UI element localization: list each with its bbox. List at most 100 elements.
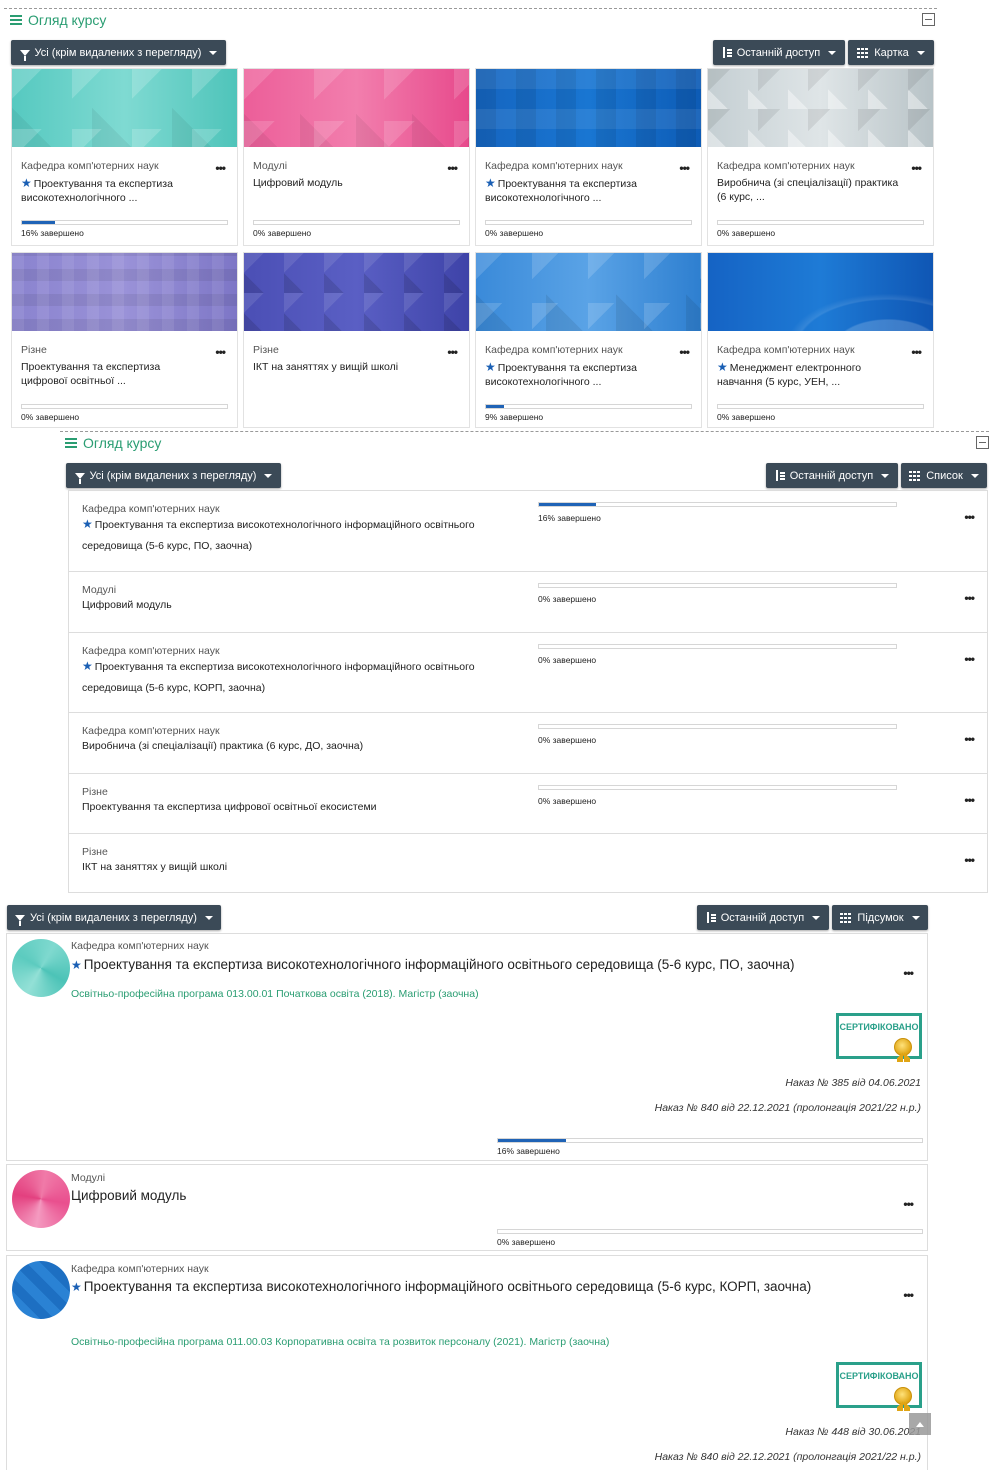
list-course-row[interactable]: Кафедра комп'ютерних наук ★ Проектування т… <box>68 491 987 571</box>
more-actions-icon[interactable]: ••• <box>215 162 226 174</box>
more-actions-icon[interactable]: ••• <box>447 162 458 174</box>
course-progress-text: 0% завершено <box>538 594 597 604</box>
progress-fill <box>22 221 55 224</box>
list-course-row[interactable]: Кафедра комп'ютерних наук ★ Проектування т… <box>68 632 987 712</box>
course-name-text: Цифровий модуль <box>253 177 343 189</box>
card-filter-dropdown[interactable]: Усі (крім видалених з перегляду) <box>11 40 226 65</box>
course-image[interactable] <box>476 69 701 147</box>
course-name[interactable]: Цифровий модуль <box>253 176 438 190</box>
summary-course-item[interactable]: Модулі Цифровий модуль ••• 0% завершено <box>6 1164 928 1251</box>
more-actions-icon[interactable]: ••• <box>964 592 975 604</box>
card-sort-dropdown[interactable]: Останній доступ <box>713 40 845 65</box>
collapse-block-icon[interactable] <box>976 436 989 449</box>
more-actions-icon[interactable]: ••• <box>964 794 975 806</box>
list-course-row[interactable]: Кафедра комп'ютерних наук Виробнича (зі с… <box>68 712 987 773</box>
course-image[interactable] <box>708 253 933 331</box>
star-icon: ★ <box>82 659 93 673</box>
course-name[interactable]: Виробнича (зі спеціалізації) практика (6… <box>717 176 902 204</box>
course-name[interactable]: ★ Проектування та експертиза високотехнол… <box>71 957 795 972</box>
list-course-row[interactable]: Різне Проектування та експертиза цифрової… <box>68 773 987 833</box>
course-image[interactable] <box>12 253 237 331</box>
card-view-dropdown[interactable]: Картка <box>848 40 934 65</box>
list-view-title: Огляд курсу <box>65 435 161 451</box>
course-name[interactable]: ІКТ на заняттях у вищій школі <box>253 360 438 374</box>
collapse-block-icon[interactable] <box>922 13 935 26</box>
course-card[interactable]: Різне ••• ІКТ на заняттях у вищій школі <box>243 252 470 428</box>
course-category: Кафедра комп'ютерних наук <box>21 160 159 172</box>
list-view-dropdown[interactable]: Список <box>901 463 987 488</box>
course-name-text-line2: середовища (5-6 курс, ПО, заочна) <box>82 540 253 552</box>
course-name[interactable]: Проектування та експертиза цифрової осві… <box>21 360 206 388</box>
more-actions-icon[interactable]: ••• <box>215 346 226 358</box>
course-name[interactable]: ★ Проектування та експертиза високотехнол… <box>82 656 522 699</box>
summary-view-dropdown[interactable]: Підсумок <box>832 905 928 930</box>
course-progress-text: 0% завершено <box>485 228 544 238</box>
course-avatar[interactable] <box>12 1170 70 1228</box>
course-progress-bar <box>538 644 897 649</box>
certified-label: СЕРТИФІКОВАНО <box>839 1371 919 1381</box>
grid-icon <box>857 47 870 58</box>
more-actions-icon[interactable]: ••• <box>903 967 914 979</box>
course-card[interactable]: Кафедра комп'ютерних наук ••• ★ Проектуванн… <box>475 252 702 428</box>
summary-course-item[interactable]: Кафедра комп'ютерних наук ★ Проектування … <box>6 1255 928 1470</box>
card-filter-label: Усі (крім видалених з перегляду) <box>34 46 202 59</box>
course-card[interactable]: Кафедра комп'ютерних наук ••• ★ Проектуванн… <box>11 68 238 246</box>
course-name[interactable]: Виробнича (зі спеціалізації) практика (6… <box>82 736 522 757</box>
list-view-title-text: Огляд курсу <box>83 435 162 451</box>
course-avatar[interactable] <box>12 1261 70 1319</box>
course-progress-bar <box>538 724 897 729</box>
list-course-row[interactable]: Різне ІКТ на заняттях у вищій школі ••• <box>68 833 987 892</box>
list-course-row[interactable]: Модулі Цифровий модуль 0% завершено ••• <box>68 571 987 632</box>
course-progress-text: 0% завершено <box>21 412 80 422</box>
more-actions-icon[interactable]: ••• <box>679 162 690 174</box>
course-card[interactable]: Кафедра комп'ютерних наук ••• ★ Менеджмент … <box>707 252 934 428</box>
more-actions-icon[interactable]: ••• <box>964 653 975 665</box>
more-actions-icon[interactable]: ••• <box>911 162 922 174</box>
course-name[interactable]: Цифровий модуль <box>71 1188 186 1203</box>
course-card[interactable]: Модулі ••• Цифровий модуль 0% завершено <box>243 68 470 246</box>
menu-icon <box>65 438 77 448</box>
course-image[interactable] <box>476 253 701 331</box>
course-name-text: Проектування та експертиза високотехноло… <box>94 519 475 531</box>
progress-fill <box>498 1139 566 1142</box>
scroll-to-top-button[interactable] <box>909 1413 931 1435</box>
course-name[interactable]: ★ Проектування та експертиза високотехнол… <box>82 514 522 557</box>
more-actions-icon[interactable]: ••• <box>911 346 922 358</box>
more-actions-icon[interactable]: ••• <box>679 346 690 358</box>
summary-course-item[interactable]: Кафедра комп'ютерних наук ★ Проектування … <box>6 933 928 1161</box>
course-order: Наказ № 448 від 30.06.2021 <box>785 1426 921 1438</box>
summary-sort-dropdown[interactable]: Останній доступ <box>697 905 829 930</box>
course-avatar[interactable] <box>12 939 70 997</box>
course-name-text: Проектування та експертиза високотехноло… <box>485 362 637 388</box>
card-view-label: Картка <box>874 46 909 59</box>
list-filter-dropdown[interactable]: Усі (крім видалених з перегляду) <box>66 463 281 488</box>
course-image[interactable] <box>12 69 237 147</box>
more-actions-icon[interactable]: ••• <box>903 1198 914 1210</box>
more-actions-icon[interactable]: ••• <box>447 346 458 358</box>
summary-filter-label: Усі (крім видалених з перегляду) <box>30 911 197 924</box>
course-card[interactable]: Кафедра комп'ютерних наук ••• ★ Проектуванн… <box>475 68 702 246</box>
course-name[interactable]: ★ Проектування та експертиза високотехнол… <box>21 176 206 205</box>
course-name[interactable]: ★ Проектування та експертиза високотехнол… <box>71 1279 811 1294</box>
course-name[interactable]: ★ Менеджмент електронного навчання (5 кур… <box>717 360 902 389</box>
course-image[interactable] <box>244 253 469 331</box>
course-name-text-line2: середовища (5-6 курс, КОРП, заочна) <box>82 682 266 694</box>
chevron-down-icon <box>209 50 218 55</box>
course-image[interactable] <box>244 69 469 147</box>
course-name[interactable]: ІКТ на заняттях у вищій школі <box>82 857 522 878</box>
more-actions-icon[interactable]: ••• <box>903 1289 914 1301</box>
course-name[interactable]: Цифровий модуль <box>82 595 522 616</box>
course-name[interactable]: ★ Проектування та експертиза високотехнол… <box>485 360 670 389</box>
list-sort-dropdown[interactable]: Останній доступ <box>766 463 898 488</box>
course-card[interactable]: Різне ••• Проектування та експертиза цифро… <box>11 252 238 428</box>
course-image[interactable] <box>708 69 933 147</box>
filter-icon <box>19 49 30 61</box>
more-actions-icon[interactable]: ••• <box>964 854 975 866</box>
course-name-text: Проектування та експертиза високотехноло… <box>485 178 637 204</box>
summary-filter-dropdown[interactable]: Усі (крім видалених з перегляду) <box>7 905 221 930</box>
more-actions-icon[interactable]: ••• <box>964 511 975 523</box>
course-card[interactable]: Кафедра комп'ютерних наук ••• Виробнича (з… <box>707 68 934 246</box>
more-actions-icon[interactable]: ••• <box>964 733 975 745</box>
course-name[interactable]: ★ Проектування та експертиза високотехнол… <box>485 176 670 205</box>
course-name[interactable]: Проектування та експертиза цифрової осві… <box>82 797 522 818</box>
